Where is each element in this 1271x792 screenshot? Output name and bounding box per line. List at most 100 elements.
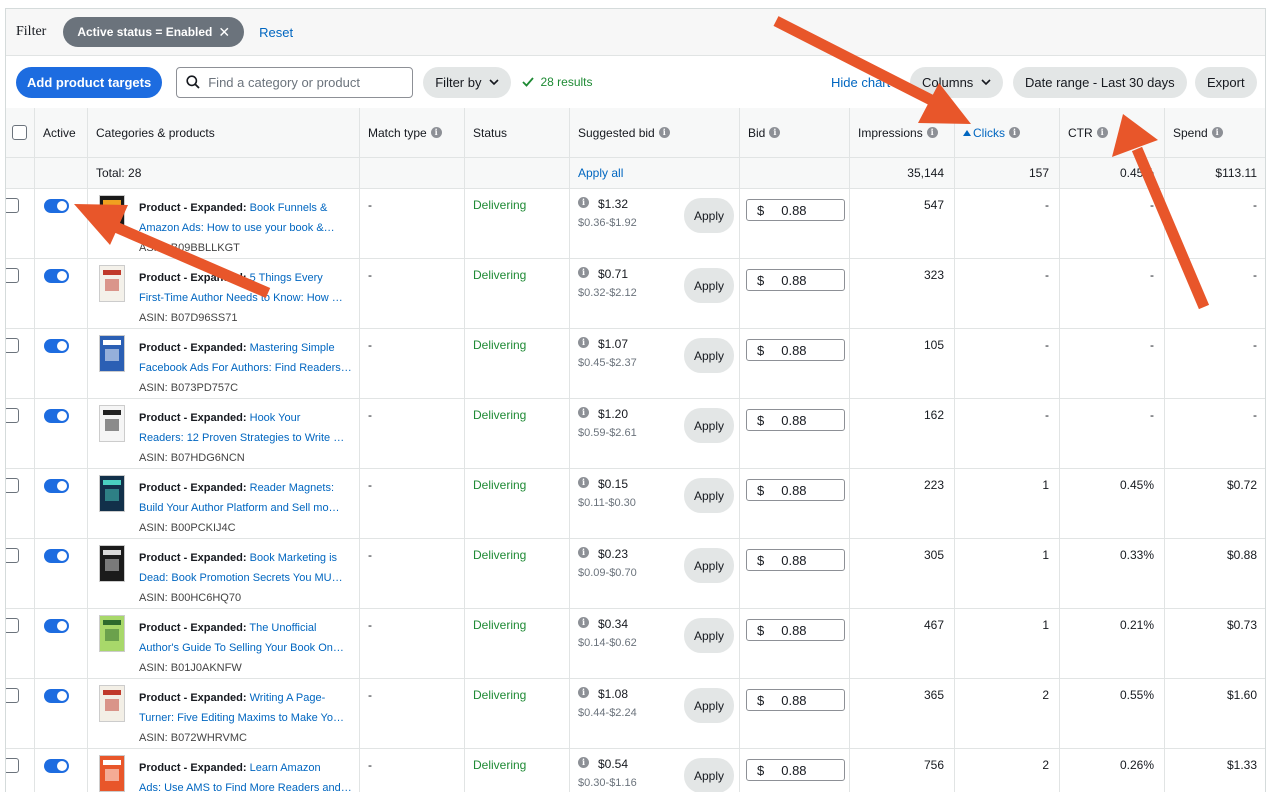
bid-input[interactable]: $0.88 <box>746 619 845 641</box>
product-title-link[interactable]: Mastering Simple <box>250 342 335 354</box>
product-title-link[interactable]: Author's Guide To Selling Your Book On… <box>139 642 344 654</box>
row-checkbox[interactable] <box>6 688 19 703</box>
active-toggle[interactable] <box>44 619 69 633</box>
row-checkbox[interactable] <box>6 758 19 773</box>
bid-input[interactable]: $0.88 <box>746 479 845 501</box>
apply-all-link[interactable]: Apply all <box>578 166 623 180</box>
product-title-link[interactable]: Readers: 12 Proven Strategies to Write … <box>139 432 344 444</box>
info-icon[interactable]: i <box>578 757 589 768</box>
info-icon[interactable]: i <box>926 127 938 138</box>
apply-button[interactable]: Apply <box>684 268 734 303</box>
row-checkbox[interactable] <box>6 548 19 563</box>
apply-button[interactable]: Apply <box>684 618 734 653</box>
hide-chart-link[interactable]: Hide chart <box>831 75 890 90</box>
header-active[interactable]: Active <box>35 108 88 157</box>
date-range-button[interactable]: Date range - Last 30 days <box>1013 66 1187 98</box>
active-toggle[interactable] <box>44 689 69 703</box>
info-icon[interactable]: i <box>578 547 589 558</box>
bid-input[interactable]: $0.88 <box>746 339 845 361</box>
active-toggle[interactable] <box>44 759 69 773</box>
book-cover-thumbnail[interactable] <box>99 615 125 652</box>
header-spend[interactable]: Spend i <box>1165 108 1265 157</box>
product-title-link[interactable]: Hook Your <box>250 412 301 424</box>
apply-button[interactable]: Apply <box>684 758 734 792</box>
add-product-targets-button[interactable]: Add product targets <box>16 66 163 98</box>
info-icon[interactable]: i <box>578 197 589 208</box>
apply-button[interactable]: Apply <box>684 688 734 723</box>
product-title-link[interactable]: Book Funnels & <box>250 202 328 214</box>
info-icon[interactable]: i <box>578 407 589 418</box>
book-cover-thumbnail[interactable] <box>99 475 125 512</box>
columns-dropdown[interactable]: Columns <box>910 66 1004 98</box>
product-title-link[interactable]: Dead: Book Promotion Secrets You MU… <box>139 572 343 584</box>
apply-button[interactable]: Apply <box>684 198 734 233</box>
row-checkbox[interactable] <box>6 268 19 283</box>
product-title-link[interactable]: Amazon Ads: How to use your book &… <box>139 222 335 234</box>
info-icon[interactable]: i <box>769 127 781 138</box>
active-toggle[interactable] <box>44 339 69 353</box>
book-cover-thumbnail[interactable] <box>99 755 125 792</box>
info-icon[interactable]: i <box>430 127 442 138</box>
bid-input[interactable]: $0.88 <box>746 409 845 431</box>
product-title-link[interactable]: First-Time Author Needs to Know: How … <box>139 292 343 304</box>
bid-input[interactable]: $0.88 <box>746 549 845 571</box>
close-icon[interactable]: ✕ <box>218 24 230 41</box>
row-checkbox[interactable] <box>6 338 19 353</box>
row-checkbox[interactable] <box>6 408 19 423</box>
info-icon[interactable]: i <box>578 337 589 348</box>
header-categories[interactable]: Categories & products <box>88 108 360 157</box>
header-clicks[interactable]: Clicks i <box>955 108 1060 157</box>
header-bid[interactable]: Bid i <box>740 108 850 157</box>
active-toggle[interactable] <box>44 549 69 563</box>
product-title-link[interactable]: The Unofficial <box>249 622 316 634</box>
filter-by-dropdown[interactable]: Filter by <box>423 66 512 98</box>
info-icon[interactable]: i <box>1211 127 1223 138</box>
book-cover-thumbnail[interactable] <box>99 545 125 582</box>
book-cover-thumbnail[interactable] <box>99 195 125 232</box>
header-ctr[interactable]: CTR i <box>1060 108 1165 157</box>
bid-input[interactable]: $0.88 <box>746 689 845 711</box>
apply-button[interactable]: Apply <box>684 478 734 513</box>
product-title-link[interactable]: Ads: Use AMS to Find More Readers and… <box>139 782 352 792</box>
row-checkbox[interactable] <box>6 618 19 633</box>
product-title-link[interactable]: Turner: Five Editing Maxims to Make Yo… <box>139 712 344 724</box>
active-status-filter-chip[interactable]: Active status = Enabled ✕ <box>63 17 245 47</box>
apply-button[interactable]: Apply <box>684 338 734 373</box>
product-title-link[interactable]: 5 Things Every <box>250 272 323 284</box>
export-button[interactable]: Export <box>1195 66 1257 98</box>
info-icon[interactable]: i <box>1009 127 1020 138</box>
row-checkbox[interactable] <box>6 478 19 493</box>
book-cover-thumbnail[interactable] <box>99 265 125 302</box>
reset-link[interactable]: Reset <box>259 25 293 40</box>
info-icon[interactable]: i <box>578 617 589 628</box>
header-impressions[interactable]: Impressions i <box>850 108 955 157</box>
apply-button[interactable]: Apply <box>684 548 734 583</box>
active-toggle[interactable] <box>44 479 69 493</box>
search-input[interactable]: Find a category or product <box>176 66 414 98</box>
info-icon[interactable]: i <box>658 127 670 138</box>
info-icon[interactable]: i <box>578 267 589 278</box>
active-toggle[interactable] <box>44 409 69 423</box>
book-cover-thumbnail[interactable] <box>99 685 125 722</box>
book-cover-thumbnail[interactable] <box>99 405 125 442</box>
select-all-checkbox[interactable] <box>12 125 27 140</box>
active-toggle[interactable] <box>44 269 69 283</box>
info-icon[interactable]: i <box>578 477 589 488</box>
product-title-link[interactable]: Facebook Ads For Authors: Find Readers… <box>139 362 352 374</box>
bid-input[interactable]: $0.88 <box>746 759 845 781</box>
header-suggested-bid[interactable]: Suggested bid i <box>570 108 740 157</box>
active-toggle[interactable] <box>44 199 69 213</box>
product-title-link[interactable]: Build Your Author Platform and Sell mo… <box>139 502 340 514</box>
bid-input[interactable]: $0.88 <box>746 199 845 221</box>
product-title-link[interactable]: Reader Magnets: <box>250 482 334 494</box>
product-title-link[interactable]: Learn Amazon <box>250 762 321 774</box>
product-title-link[interactable]: Writing A Page- <box>250 692 326 704</box>
bid-input[interactable]: $0.88 <box>746 269 845 291</box>
book-cover-thumbnail[interactable] <box>99 335 125 372</box>
product-title-link[interactable]: Book Marketing is <box>250 552 337 564</box>
row-checkbox[interactable] <box>6 198 19 213</box>
header-match-type[interactable]: Match type i <box>360 108 465 157</box>
header-status[interactable]: Status <box>465 108 570 157</box>
info-icon[interactable]: i <box>578 687 589 698</box>
info-icon[interactable]: i <box>1096 127 1108 138</box>
